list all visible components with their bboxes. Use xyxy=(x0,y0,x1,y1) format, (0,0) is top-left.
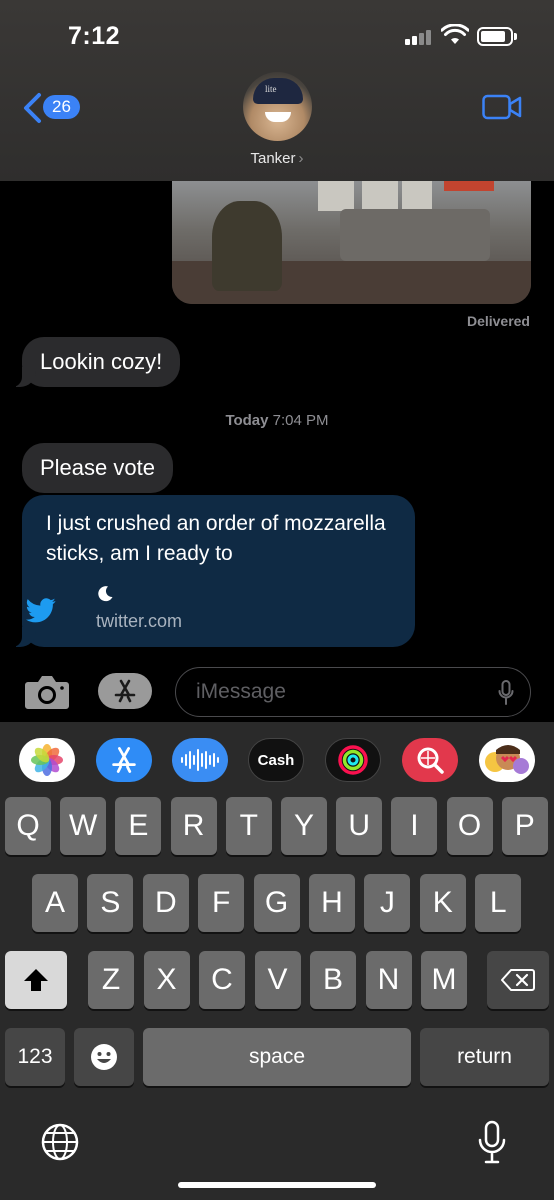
imessage-input[interactable]: iMessage xyxy=(175,667,531,717)
key-n[interactable]: N xyxy=(365,951,412,1009)
delivery-status: Delivered xyxy=(466,313,530,329)
key-c[interactable]: C xyxy=(199,951,245,1009)
key-t[interactable]: T xyxy=(225,797,272,855)
activity-app-icon[interactable] xyxy=(325,738,381,782)
back-unread-badge[interactable]: 26 xyxy=(43,95,80,119)
moon-icon xyxy=(98,586,113,602)
app-store-icon xyxy=(112,747,136,773)
link-preview-card[interactable]: I just crushed an order of mozzarella st… xyxy=(12,495,415,647)
key-o[interactable]: O xyxy=(446,797,493,855)
camera-icon[interactable] xyxy=(24,672,70,710)
avatar-cap-lettering: lite xyxy=(265,84,277,94)
contact-name[interactable]: Tanker › xyxy=(0,150,554,167)
apps-drawer-button[interactable] xyxy=(98,673,152,709)
globe-icon[interactable] xyxy=(40,1122,80,1162)
contact-avatar[interactable]: lite xyxy=(243,72,312,141)
key-w[interactable]: W xyxy=(60,797,107,855)
delete-key[interactable] xyxy=(487,951,549,1009)
twitter-bird-icon xyxy=(26,598,56,623)
facetime-video-icon[interactable] xyxy=(482,94,522,120)
memoji-icon xyxy=(485,745,529,774)
key-h[interactable]: H xyxy=(309,874,355,932)
key-x[interactable]: X xyxy=(143,951,190,1009)
message-timestamp: Today 7:04 PM xyxy=(0,412,554,429)
back-chevron-icon[interactable] xyxy=(22,92,42,124)
key-i[interactable]: I xyxy=(391,797,438,855)
key-f[interactable]: F xyxy=(198,874,245,932)
photos-icon xyxy=(31,744,63,776)
key-v[interactable]: V xyxy=(254,951,301,1009)
message-text: Lookin cozy! xyxy=(40,349,163,374)
memoji-app-icon[interactable] xyxy=(479,738,535,782)
imessage-placeholder: iMessage xyxy=(196,680,286,703)
chevron-right-icon: › xyxy=(298,150,304,167)
images-search-icon xyxy=(417,747,444,774)
key-d[interactable]: D xyxy=(142,874,189,932)
audio-message-app-icon[interactable] xyxy=(172,738,228,782)
audio-waveform-icon xyxy=(181,749,219,771)
apple-cash-label: Cash xyxy=(257,751,295,769)
emoji-smiley-icon xyxy=(91,1044,117,1070)
key-e[interactable]: E xyxy=(115,797,162,855)
emoji-key[interactable] xyxy=(74,1028,134,1086)
conversation-header: 7:12 26 lite Tanker › xyxy=(0,0,554,181)
key-k[interactable]: K xyxy=(419,874,466,932)
cellular-signal-icon xyxy=(405,30,433,45)
numbers-key[interactable]: 123 xyxy=(5,1028,65,1086)
key-l[interactable]: L xyxy=(475,874,522,932)
message-text: Please vote xyxy=(40,455,155,480)
key-a[interactable]: A xyxy=(32,874,78,932)
photo-message[interactable] xyxy=(172,181,531,304)
app-store-app-icon[interactable] xyxy=(96,738,152,782)
images-search-app-icon[interactable] xyxy=(402,738,458,782)
incoming-message[interactable]: Please vote xyxy=(22,443,173,493)
apple-cash-app-icon[interactable]: Cash xyxy=(248,738,304,782)
key-r[interactable]: R xyxy=(170,797,217,855)
shift-key[interactable] xyxy=(5,951,67,1009)
link-preview-domain: twitter.com xyxy=(96,611,183,631)
photos-app-icon[interactable] xyxy=(19,738,75,782)
microphone-icon[interactable] xyxy=(498,680,514,706)
battery-icon xyxy=(477,27,517,46)
key-s[interactable]: S xyxy=(87,874,134,932)
home-indicator xyxy=(178,1182,376,1188)
return-key[interactable]: return xyxy=(420,1028,549,1086)
activity-rings-icon xyxy=(338,745,368,775)
backspace-icon xyxy=(501,969,535,991)
key-y[interactable]: Y xyxy=(281,797,327,855)
key-p[interactable]: P xyxy=(501,797,548,855)
timestamp-day: Today xyxy=(225,412,269,429)
timestamp-time: 7:04 PM xyxy=(272,412,329,429)
status-time: 7:12 xyxy=(68,22,121,50)
space-key[interactable]: space xyxy=(143,1028,411,1086)
shift-arrow-icon xyxy=(24,969,48,991)
key-q[interactable]: Q xyxy=(5,797,51,855)
app-store-icon xyxy=(114,679,136,703)
contact-name-label: Tanker xyxy=(250,150,296,167)
key-u[interactable]: U xyxy=(336,797,383,855)
key-b[interactable]: B xyxy=(310,951,356,1009)
key-m[interactable]: M xyxy=(421,951,467,1009)
key-g[interactable]: G xyxy=(253,874,300,932)
wifi-icon xyxy=(441,24,469,44)
link-preview-text: I just crushed an order of mozzarella st… xyxy=(46,512,386,565)
dictation-microphone-icon[interactable] xyxy=(478,1120,506,1164)
key-j[interactable]: J xyxy=(364,874,411,932)
incoming-message[interactable]: Lookin cozy! xyxy=(11,337,181,387)
key-z[interactable]: Z xyxy=(88,951,134,1009)
